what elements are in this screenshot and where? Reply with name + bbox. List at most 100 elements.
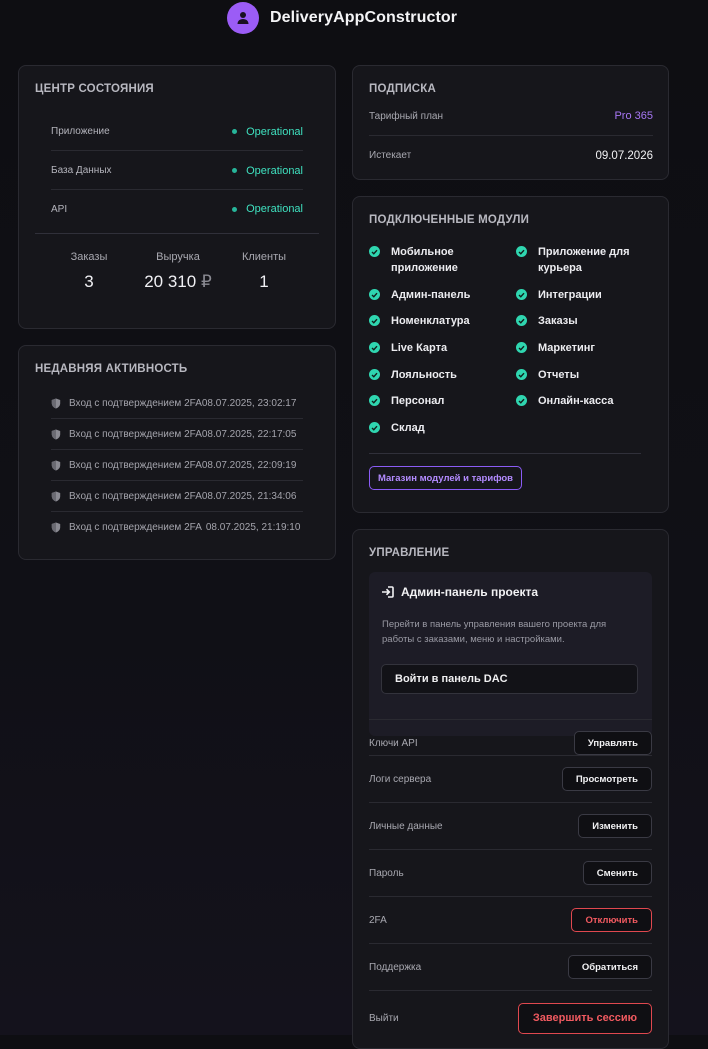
manage-row-support: Поддержка Обратиться [369,943,652,990]
manage-row-2fa: 2FA Отключить [369,896,652,943]
expires-label: Истекает [369,150,412,161]
manage-row-logout: Выйти Завершить сессию [369,990,652,1045]
disable-2fa-button[interactable]: Отключить [571,908,652,932]
check-icon [369,315,380,326]
modules-card: ПОДКЛЮЧЕННЫЕ МОДУЛИ Мобильное приложение… [352,196,669,513]
module-label: Заказы [538,315,578,327]
module-label: Приложение для курьера [538,246,630,274]
check-icon [369,289,380,300]
shield-icon [51,522,61,533]
activity-item: Вход с подтверждением 2FA 08.07.2025, 23… [51,388,303,419]
shield-icon [51,398,61,409]
status-indicator: Operational [232,126,303,138]
plan-label: Тарифный план [369,110,444,122]
status-indicator: Operational [232,165,303,177]
module-label: Интеграции [538,289,602,301]
activity-item: Вход с подтверждением 2FA 08.07.2025, 21… [51,512,303,543]
status-center-card: ЦЕНТР СОСТОЯНИЯ Приложение Operational Б… [18,65,336,329]
manage-row-label: Пароль [369,867,404,879]
subscription-title: ПОДПИСКА [369,83,437,95]
module-item: Админ-панель [369,287,470,303]
change-password-button[interactable]: Сменить [582,861,652,885]
module-label: Маркетинг [538,342,595,354]
manage-api-keys-button[interactable]: Управлять [573,731,652,755]
manage-row-label: Личные данные [369,820,443,832]
check-icon [369,422,380,433]
shield-icon [51,491,61,502]
edit-personal-data-button[interactable]: Изменить [578,814,652,838]
stat-revenue: Выручка 20 310 ₽ [133,251,223,292]
status-label: База Данных [51,165,112,176]
check-icon [516,342,527,353]
manage-row-label: Поддержка [369,961,422,973]
management-card: УПРАВЛЕНИЕ Админ-панель проекта Перейти … [352,529,669,1049]
activity-time: 08.07.2025, 21:34:06 [201,490,297,502]
check-icon [369,342,380,353]
view-logs-button[interactable]: Просмотреть [561,767,652,791]
admin-panel-description: Перейти в панель управления вашего проек… [382,619,607,645]
module-item: Отчеты [516,367,579,383]
stat-label: Клиенты [241,251,287,263]
subscription-card: ПОДПИСКА Тарифный план Pro 365 Истекает … [352,65,669,180]
check-icon [516,289,527,300]
status-value: Operational [246,164,303,177]
shield-icon [51,460,61,471]
status-indicator: Operational [232,203,303,215]
manage-row-label: Логи сервера [369,773,432,785]
activity-text: Вход с подтверждением 2FA [69,397,202,409]
subscription-expires-row: Истекает 09.07.2026 [369,136,653,175]
status-row-api: API Operational [51,190,303,228]
management-title: УПРАВЛЕНИЕ [369,547,450,559]
stat-clients: Клиенты 1 [234,251,294,292]
activity-item: Вход с подтверждением 2FA 08.07.2025, 21… [51,481,303,512]
module-label: Live Карта [391,342,448,354]
app-title: DeliveryAppConstructor [270,9,458,26]
stat-orders: Заказы 3 [59,251,119,292]
recent-activity-card: НЕДАВНЯЯ АКТИВНОСТЬ Вход с подтверждение… [18,345,336,560]
activity-time: 08.07.2025, 22:09:19 [201,459,297,471]
divider [35,233,319,234]
status-dot-icon [232,206,238,212]
module-item: Онлайн-касса [516,393,614,409]
module-label: Отчеты [538,369,580,381]
enter-dac-panel-button[interactable]: Войти в панель DAC [381,664,638,694]
contact-support-button[interactable]: Обратиться [567,955,652,979]
module-label: Персонал [391,395,445,407]
module-label: Админ-панель [391,289,471,301]
divider [369,453,641,454]
activity-text: Вход с подтверждением 2FA [69,428,202,440]
app-header: DeliveryAppConstructor [227,1,457,35]
module-label: Склад [391,422,425,434]
stat-label: Заказы [70,251,108,263]
check-icon [516,395,527,406]
end-session-button[interactable]: Завершить сессию [517,1002,652,1034]
status-value: Operational [246,203,303,215]
status-dot-icon [232,129,238,134]
manage-row-server-logs: Логи сервера Просмотреть [369,755,652,802]
status-label: Приложение [51,126,110,137]
status-row-app: Приложение Operational [51,113,303,151]
manage-row-label: Ключи API [369,737,418,749]
recent-activity-title: НЕДАВНЯЯ АКТИВНОСТЬ [35,363,188,375]
module-item: Лояльность [369,367,457,383]
module-item: Маркетинг [516,340,595,356]
plan-value: Pro 365 [614,110,653,122]
status-center-title: ЦЕНТР СОСТОЯНИЯ [35,83,154,95]
module-store-button[interactable]: Магазин модулей и тарифов [369,466,522,490]
stat-label: Выручка [156,251,200,263]
stat-value: 20 310 [144,272,197,291]
shield-icon [51,429,61,440]
module-item: Приложение для курьера [516,244,656,276]
manage-row-password: Пароль Сменить [369,849,652,896]
module-item: Live Карта [369,340,447,356]
currency-symbol: ₽ [200,272,212,291]
activity-text: Вход с подтверждением 2FA [69,490,202,502]
module-item: Заказы [516,313,578,329]
status-label: API [51,203,68,215]
status-value: Operational [246,125,303,138]
user-avatar-icon[interactable] [227,2,259,34]
subscription-plan-row: Тарифный план Pro 365 [369,97,653,136]
module-item: Интеграции [516,287,602,303]
expires-value: 09.07.2026 [595,149,653,162]
stat-value: 1 [259,272,269,291]
